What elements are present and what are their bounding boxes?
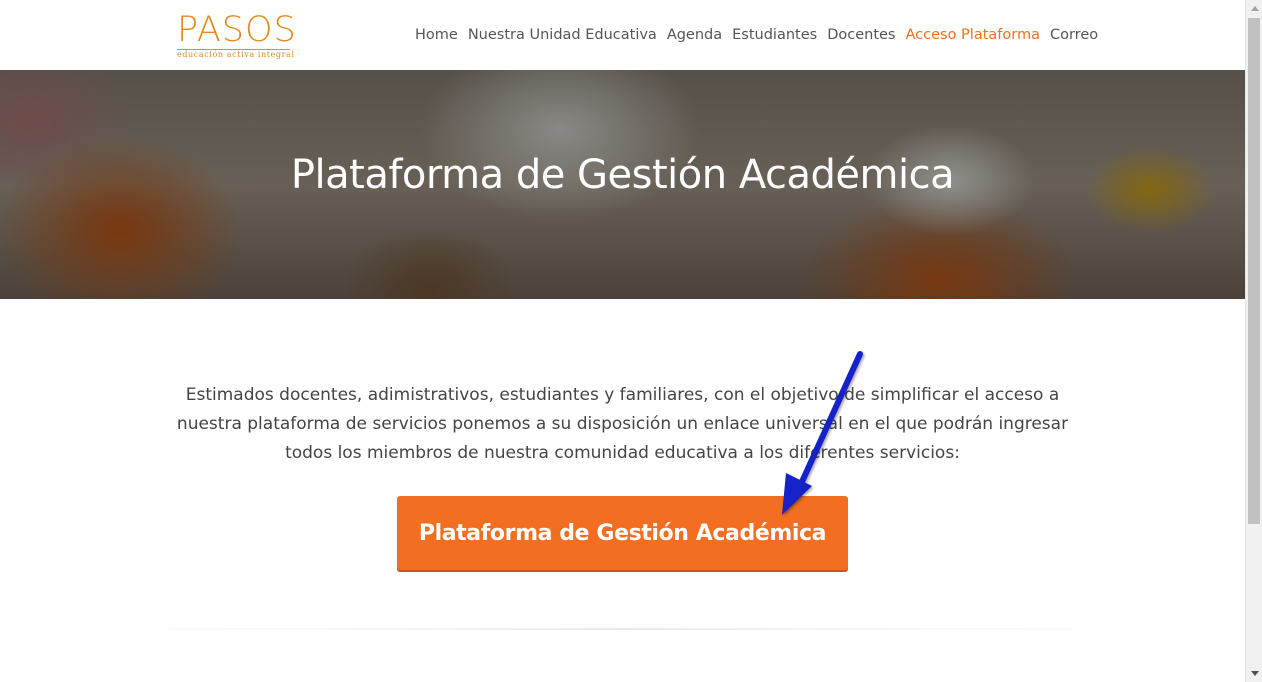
- site-header: PASOS educación activa integral Home Nue…: [0, 0, 1245, 70]
- logo-wordmark: PASOS: [177, 10, 297, 50]
- scrollbar-thumb[interactable]: [1248, 18, 1260, 524]
- logo-tagline: educación activa integral: [177, 50, 295, 59]
- nav-correo[interactable]: Correo: [1045, 23, 1103, 47]
- intro-line: Estimados docentes, adimistrativos, estu…: [185, 385, 1060, 405]
- nav-nuestra-unidad-educativa[interactable]: Nuestra Unidad Educativa: [463, 23, 662, 47]
- cta-label: Plataforma de Gestión Académica: [418, 520, 827, 546]
- plataforma-gestion-academica-button[interactable]: Plataforma de Gestión Académica: [397, 496, 848, 570]
- intro-line: nuestra plataforma de servicios ponemos …: [176, 414, 1069, 434]
- nav-docentes[interactable]: Docentes: [822, 23, 900, 47]
- vertical-scrollbar[interactable]: [1245, 0, 1262, 682]
- nav-home[interactable]: Home: [410, 23, 463, 47]
- scroll-down-arrow-icon[interactable]: [1246, 665, 1262, 682]
- page-title: Plataforma de Gestión Académica: [290, 152, 955, 198]
- pasos-logo[interactable]: PASOS educación activa integral: [177, 10, 296, 60]
- main-nav: Home Nuestra Unidad Educativa Agenda Est…: [410, 23, 1103, 47]
- nav-acceso-plataforma[interactable]: Acceso Plataforma: [900, 23, 1045, 47]
- intro-line: todos los miembros de nuestra comunidad …: [285, 443, 960, 463]
- nav-agenda[interactable]: Agenda: [662, 23, 727, 47]
- hero-banner: Plataforma de Gestión Académica: [0, 70, 1245, 299]
- nav-estudiantes[interactable]: Estudiantes: [727, 23, 822, 47]
- scroll-up-arrow-icon[interactable]: [1246, 0, 1262, 17]
- section-divider: [110, 628, 1135, 630]
- intro-paragraph: Estimados docentes, adimistrativos, estu…: [160, 381, 1085, 468]
